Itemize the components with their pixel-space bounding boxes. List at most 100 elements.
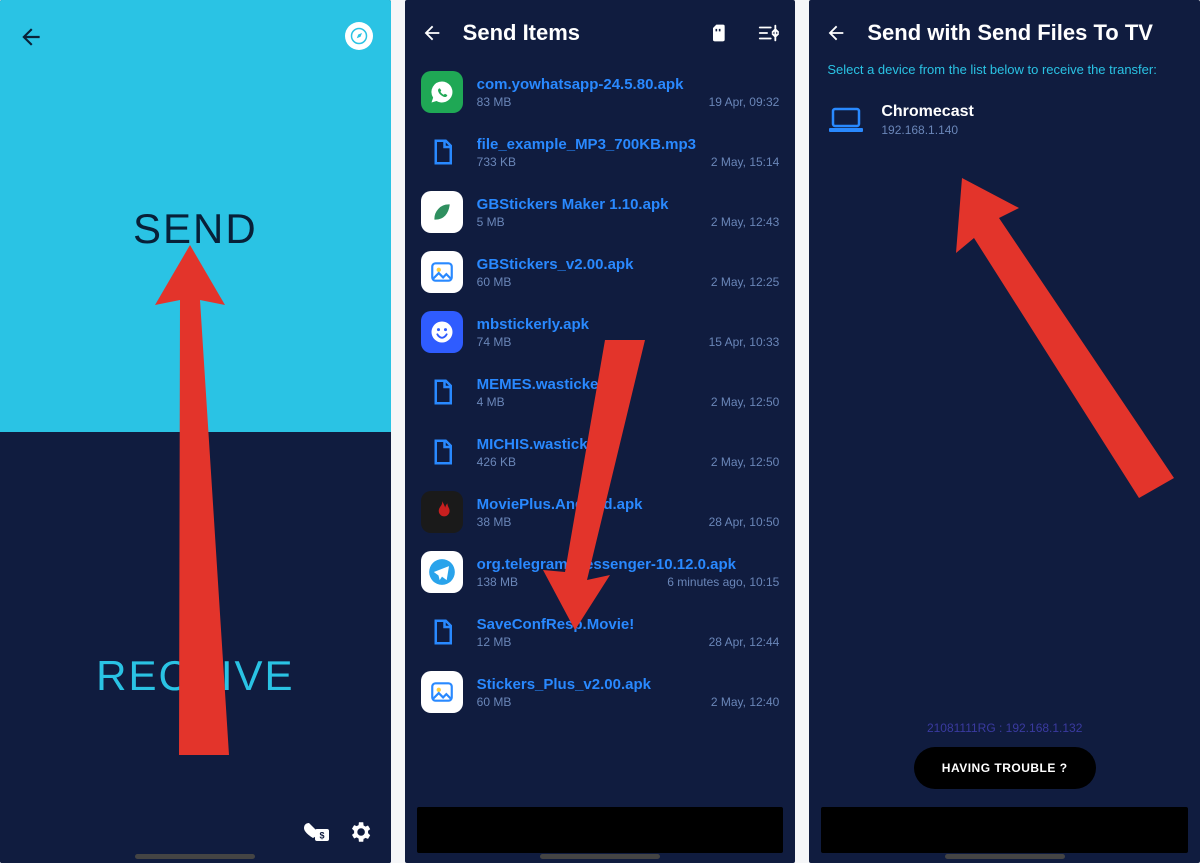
file-info: GBStickers Maker 1.10.apk 5 MB 2 May, 12:4… (477, 196, 780, 229)
file-date: 2 May, 12:40 (711, 695, 779, 709)
file-info: file_example_MP3_700KB.mp3 733 KB 2 May, 1… (477, 136, 780, 169)
file-size: 38 MB (477, 515, 512, 529)
file-size: 426 KB (477, 455, 516, 469)
ad-banner[interactable] (821, 807, 1188, 853)
file-meta: 74 MB 15 Apr, 10:33 (477, 335, 780, 349)
file-meta: 83 MB 19 Apr, 09:32 (477, 95, 780, 109)
file-size: 733 KB (477, 155, 516, 169)
file-info: com.yowhatsapp-24.5.80.apk 83 MB 19 Apr, 0… (477, 76, 780, 109)
doc-icon (421, 131, 463, 173)
image-icon (421, 671, 463, 713)
panel-main: SEND RECEIVE $ (0, 0, 391, 863)
file-date: 28 Apr, 12:44 (709, 635, 780, 649)
page-title: Send with Send Files To TV (867, 20, 1184, 46)
file-meta: 426 KB2 May, 12:50 (477, 455, 780, 469)
instruction-text: Select a device from the list below to r… (809, 62, 1200, 91)
file-row[interactable]: GBStickers Maker 1.10.apk 5 MB 2 May, 12:4… (405, 182, 796, 242)
file-size: 60 MB (477, 695, 512, 709)
file-size: 83 MB (477, 95, 512, 109)
receive-label: RECEIVE (96, 652, 294, 700)
file-size: 60 MB (477, 275, 512, 289)
sort-icon[interactable] (757, 22, 779, 44)
file-row[interactable]: MoviePlus.Android.apk 38 MB 28 Apr, 10:50 (405, 482, 796, 542)
file-row[interactable]: MICHIS.wastickers 426 KB2 May, 12:50 (405, 422, 796, 482)
local-device-info: 21081111RG : 192.168.1.132 (809, 721, 1200, 747)
file-size: 74 MB (477, 335, 512, 349)
leaf-icon (421, 191, 463, 233)
doc-icon (421, 431, 463, 473)
nav-handle-icon (135, 854, 255, 859)
receive-zone[interactable]: RECEIVE $ (0, 432, 391, 863)
file-row[interactable]: GBStickers_v2.00.apk 60 MB 2 May, 12:25 (405, 242, 796, 302)
file-meta: 38 MB 28 Apr, 10:50 (477, 515, 780, 529)
file-info: MICHIS.wastickers 426 KB2 May, 12:50 (477, 436, 780, 469)
file-name: GBStickers_v2.00.apk (477, 256, 780, 273)
ad-banner[interactable] (417, 807, 784, 853)
device-ip: 192.168.1.140 (881, 123, 973, 137)
file-info: GBStickers_v2.00.apk 60 MB 2 May, 12:25 (477, 256, 780, 289)
file-name: MoviePlus.Android.apk (477, 496, 780, 513)
file-row[interactable]: SaveConfResp.Movie! 12 MB 28 Apr, 12:44 (405, 602, 796, 662)
send-zone[interactable]: SEND (0, 0, 391, 432)
file-info: MoviePlus.Android.apk 38 MB 28 Apr, 10:50 (477, 496, 780, 529)
back-button[interactable] (421, 22, 443, 44)
file-date: 2 May, 12:25 (711, 275, 779, 289)
file-row[interactable]: org.telegram.messenger-10.12.0.apk 138 MB… (405, 542, 796, 602)
back-button[interactable] (825, 22, 847, 44)
donate-icon[interactable]: $ (301, 820, 331, 844)
having-trouble-button[interactable]: HAVING TROUBLE ? (914, 747, 1096, 789)
file-meta: 12 MB 28 Apr, 12:44 (477, 635, 780, 649)
file-row[interactable]: MEMES.wastickers 4 MB2 May, 12:50 (405, 362, 796, 422)
file-size: 5 MB (477, 215, 505, 229)
file-date: 2 May, 15:14 (711, 155, 779, 169)
file-date: 6 minutes ago, 10:15 (667, 575, 779, 589)
doc-icon (421, 611, 463, 653)
file-info: MEMES.wastickers 4 MB2 May, 12:50 (477, 376, 780, 409)
image-icon (421, 251, 463, 293)
file-meta: 60 MB 2 May, 12:40 (477, 695, 780, 709)
file-meta: 138 MB 6 minutes ago, 10:15 (477, 575, 780, 589)
telegram-icon (421, 551, 463, 593)
bottom-icons: $ (301, 819, 373, 845)
file-size: 138 MB (477, 575, 518, 589)
file-name: Stickers_Plus_v2.00.apk (477, 676, 780, 693)
file-date: 15 Apr, 10:33 (709, 335, 780, 349)
panel-send-items: Send Items com.yowhatsapp-24.5.80.apk83 … (405, 0, 796, 863)
file-meta: 4 MB2 May, 12:50 (477, 395, 780, 409)
flame-icon (421, 491, 463, 533)
panel-select-device: Send with Send Files To TV Select a devi… (809, 0, 1200, 863)
file-size: 4 MB (477, 395, 505, 409)
file-name: MEMES.wastickers (477, 376, 780, 393)
header: Send with Send Files To TV (809, 0, 1200, 62)
file-name: org.telegram.messenger-10.12.0.apk (477, 556, 780, 573)
nav-handle-icon (945, 854, 1065, 859)
back-button[interactable] (18, 24, 44, 50)
file-row[interactable]: com.yowhatsapp-24.5.80.apk 83 MB 19 Apr, 0… (405, 62, 796, 122)
file-info: mbstickerly.apk 74 MB 15 Apr, 10:33 (477, 316, 780, 349)
file-date: 28 Apr, 10:50 (709, 515, 780, 529)
doc-icon (421, 371, 463, 413)
file-name: file_example_MP3_700KB.mp3 (477, 136, 780, 153)
file-name: GBStickers Maker 1.10.apk (477, 196, 780, 213)
file-date: 2 May, 12:43 (711, 215, 779, 229)
file-row[interactable]: file_example_MP3_700KB.mp3 733 KB 2 May, 1… (405, 122, 796, 182)
file-name: MICHIS.wastickers (477, 436, 780, 453)
file-info: org.telegram.messenger-10.12.0.apk 138 MB… (477, 556, 780, 589)
file-name: mbstickerly.apk (477, 316, 780, 333)
file-name: com.yowhatsapp-24.5.80.apk (477, 76, 780, 93)
file-meta: 733 KB 2 May, 15:14 (477, 155, 780, 169)
laptop-icon (829, 107, 863, 133)
device-info: Chromecast 192.168.1.140 (881, 103, 973, 137)
file-date: 19 Apr, 09:32 (709, 95, 780, 109)
file-list: com.yowhatsapp-24.5.80.apk 83 MB 19 Apr, 0… (405, 62, 796, 801)
file-row[interactable]: mbstickerly.apk 74 MB 15 Apr, 10:33 (405, 302, 796, 362)
file-size: 12 MB (477, 635, 512, 649)
file-row[interactable]: Stickers_Plus_v2.00.apk 60 MB 2 May, 12:40 (405, 662, 796, 722)
smile-icon (421, 311, 463, 353)
compass-icon[interactable] (345, 22, 373, 50)
device-row[interactable]: Chromecast 192.168.1.140 (809, 91, 1200, 149)
gear-icon[interactable] (347, 819, 373, 845)
storage-icon[interactable] (707, 22, 729, 44)
file-name: SaveConfResp.Movie! (477, 616, 780, 633)
file-meta: 5 MB 2 May, 12:43 (477, 215, 780, 229)
